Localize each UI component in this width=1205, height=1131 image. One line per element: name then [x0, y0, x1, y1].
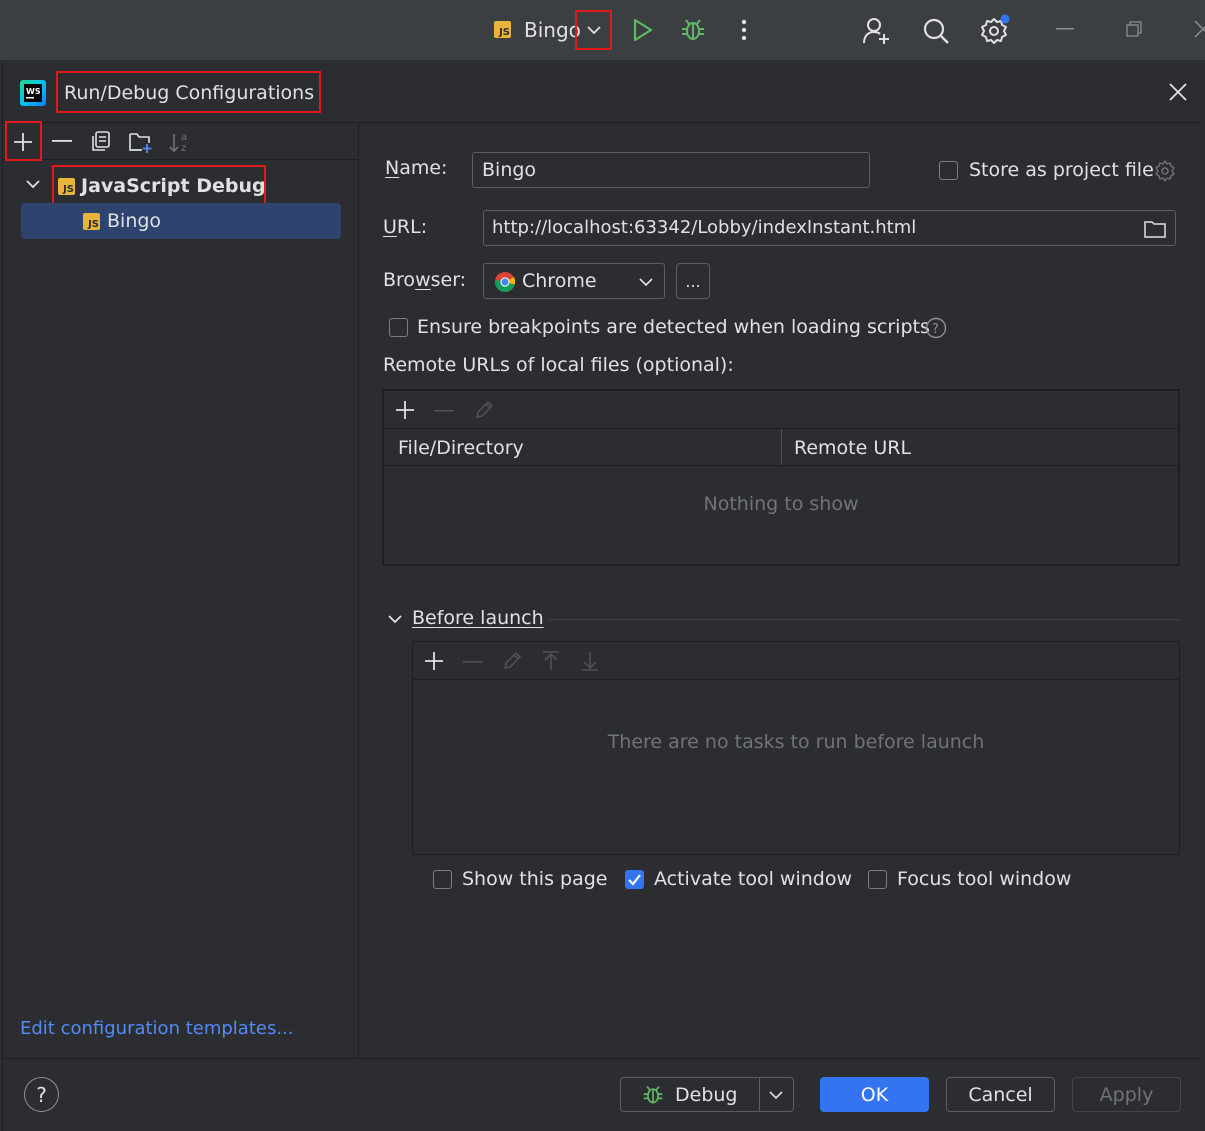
- browser-label: Browser:: [383, 269, 467, 291]
- remote-urls-label: Remote URLs of local files (optional):: [383, 354, 734, 376]
- svg-text:?: ?: [932, 322, 939, 337]
- add-icon[interactable]: [395, 400, 415, 420]
- expand-chevron-icon[interactable]: [25, 178, 41, 190]
- focus-tool-window-label: Focus tool window: [897, 868, 1072, 890]
- panel-splitter[interactable]: [358, 123, 359, 1058]
- chevron-down-icon: [639, 277, 653, 287]
- run-config-dropdown-button[interactable]: [575, 10, 612, 50]
- main-toolbar: JS Bingo: [0, 0, 1205, 60]
- run-config-name[interactable]: Bingo: [524, 18, 581, 42]
- ok-button[interactable]: OK: [820, 1077, 929, 1112]
- browser-select-value: Chrome: [522, 270, 597, 292]
- tree-toolbar-divider: [3, 159, 358, 160]
- remove-icon[interactable]: [52, 140, 72, 142]
- folder-icon[interactable]: [1144, 220, 1166, 238]
- more-vertical-icon[interactable]: [741, 19, 747, 41]
- browser-select[interactable]: Chrome: [483, 263, 665, 299]
- edit-pencil-icon[interactable]: [474, 400, 494, 420]
- add-icon[interactable]: [424, 651, 444, 671]
- add-configuration-button[interactable]: [5, 121, 42, 161]
- minimize-icon[interactable]: [1056, 28, 1074, 30]
- svg-text:a: a: [181, 132, 187, 143]
- tree-item-bingo[interactable]: JS Bingo: [21, 203, 341, 239]
- dialog-title-highlight: Run/Debug Configurations: [56, 71, 321, 113]
- focus-tool-window-checkbox[interactable]: [868, 870, 887, 889]
- remove-icon[interactable]: [463, 661, 483, 663]
- column-header-file[interactable]: File/Directory: [398, 437, 524, 459]
- split-divider: [759, 1078, 760, 1111]
- show-page-label: Show this page: [462, 868, 608, 890]
- column-divider: [781, 429, 782, 465]
- before-launch-text: Before launch: [412, 607, 544, 629]
- move-up-icon[interactable]: [541, 650, 561, 672]
- settings-icon[interactable]: [980, 14, 1012, 46]
- add-user-icon[interactable]: [862, 16, 892, 46]
- add-icon: [13, 132, 33, 152]
- help-circle-icon[interactable]: ?: [925, 317, 947, 339]
- tree-item-label: Bingo: [107, 210, 162, 232]
- dialog-title: Run/Debug Configurations: [64, 82, 315, 104]
- chevron-down-icon: [586, 24, 602, 36]
- url-field[interactable]: http://localhost:63342/Lobby/indexInstan…: [483, 210, 1176, 246]
- help-button[interactable]: ?: [24, 1077, 59, 1112]
- before-launch-label[interactable]: Before launch: [412, 607, 544, 629]
- url-field-value: http://localhost:63342/Lobby/indexInstan…: [492, 217, 917, 238]
- header-divider: [384, 465, 1178, 466]
- copy-icon[interactable]: [91, 131, 111, 151]
- activate-tool-window-label: Activate tool window: [654, 868, 853, 890]
- debug-button-label: Debug: [675, 1084, 738, 1106]
- tree-group-javascript-debug[interactable]: JS JavaScript Debug: [52, 165, 266, 205]
- cancel-button[interactable]: Cancel: [946, 1077, 1055, 1112]
- url-label: URL:: [383, 216, 428, 238]
- name-field-value: Bingo: [482, 159, 537, 181]
- activate-tool-window-checkbox[interactable]: [625, 870, 644, 889]
- move-down-icon[interactable]: [580, 650, 600, 672]
- sort-icon[interactable]: az: [169, 130, 191, 154]
- debug-icon: [642, 1084, 664, 1106]
- restore-icon[interactable]: [1126, 21, 1142, 37]
- debug-icon[interactable]: [680, 17, 706, 43]
- apply-button[interactable]: Apply: [1072, 1077, 1181, 1112]
- checkmark-icon: [628, 874, 641, 886]
- tasks-toolbar-divider: [413, 679, 1179, 680]
- run-icon[interactable]: [632, 18, 654, 42]
- svg-text:WS: WS: [26, 87, 41, 96]
- store-as-project-label: Store as project file: [969, 159, 1154, 181]
- chevron-down-icon[interactable]: [769, 1090, 783, 1100]
- tree-group-label: JavaScript Debug: [81, 175, 266, 197]
- close-icon[interactable]: [1194, 20, 1205, 38]
- browser-options-button[interactable]: ...: [676, 263, 710, 299]
- edit-templates-link[interactable]: Edit configuration templates...: [20, 1018, 294, 1039]
- before-launch-divider: [549, 619, 1180, 620]
- column-header-remote-url[interactable]: Remote URL: [794, 437, 911, 459]
- ensure-breakpoints-checkbox[interactable]: [389, 318, 408, 337]
- empty-table-text: Nothing to show: [703, 493, 859, 515]
- empty-tasks-text: There are no tasks to run before launch: [607, 731, 985, 753]
- new-folder-icon[interactable]: [128, 130, 154, 154]
- title-divider: [3, 122, 1203, 123]
- remote-urls-table: File/Directory Remote URL Nothing to sho…: [382, 389, 1180, 566]
- ensure-breakpoints-label: Ensure breakpoints are detected when loa…: [417, 316, 930, 338]
- edit-pencil-icon[interactable]: [502, 651, 522, 671]
- js-icon: JS: [58, 178, 75, 195]
- footer-divider: [3, 1058, 1203, 1059]
- settings-gear-icon[interactable]: [1154, 160, 1176, 182]
- name-label: Name:: [385, 157, 448, 179]
- search-icon[interactable]: [922, 17, 950, 45]
- webstorm-logo-icon: WS: [20, 80, 46, 106]
- js-config-icon: JS: [494, 21, 511, 38]
- before-launch-tasks: There are no tasks to run before launch: [412, 641, 1180, 855]
- collapse-chevron-icon[interactable]: [387, 613, 403, 625]
- dialog-close-icon[interactable]: [1168, 82, 1188, 102]
- debug-button[interactable]: Debug: [620, 1077, 794, 1112]
- store-as-project-checkbox[interactable]: [939, 161, 958, 180]
- remove-icon[interactable]: [434, 410, 454, 412]
- chrome-icon: [494, 271, 516, 293]
- name-field[interactable]: Bingo: [472, 152, 870, 188]
- js-icon: JS: [83, 213, 100, 230]
- svg-text:z: z: [181, 143, 186, 154]
- show-page-checkbox[interactable]: [433, 870, 452, 889]
